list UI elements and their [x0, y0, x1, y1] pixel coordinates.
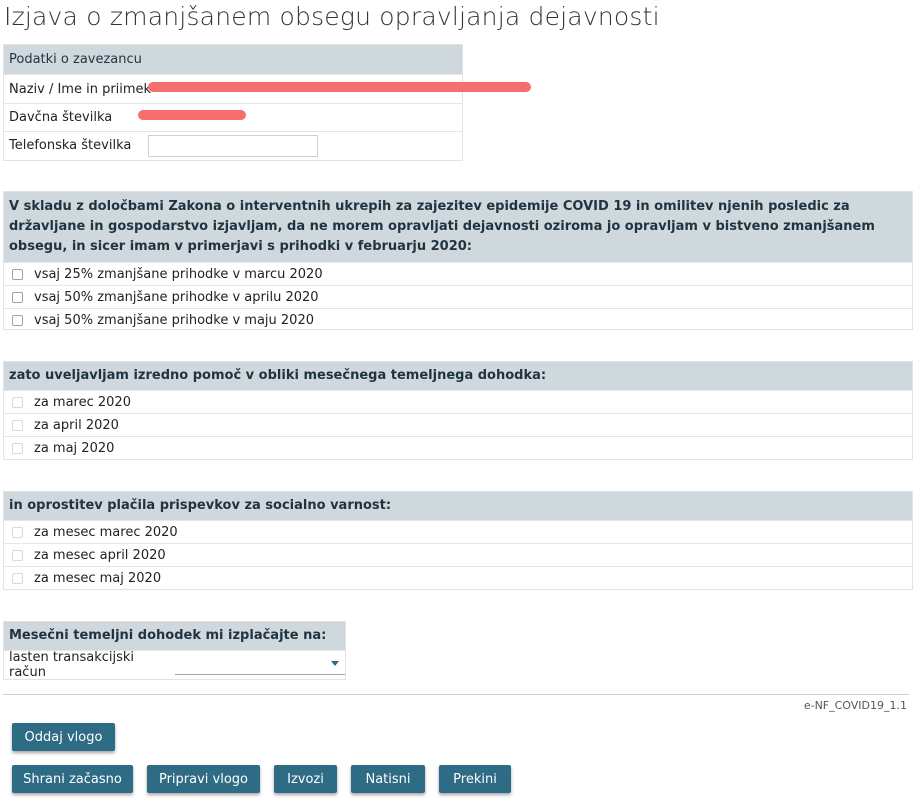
declaration-option-label: vsaj 50% zmanjšane prihodke v maju 2020 — [34, 312, 314, 328]
payment-label: lasten transakcijski račun — [9, 649, 135, 680]
save-draft-button[interactable]: Shrani začasno — [12, 765, 133, 793]
declaration-header: V skladu z določbami Zakona o interventn… — [4, 192, 912, 262]
tax-number-redaction — [138, 110, 246, 120]
tax-number-label: Davčna številka — [9, 110, 113, 125]
contributions-option-label: za mesec maj 2020 — [34, 570, 162, 586]
account-select[interactable] — [175, 654, 345, 675]
print-button[interactable]: Natisni — [351, 765, 425, 793]
income-checkbox[interactable] — [12, 396, 23, 408]
income-option[interactable]: za marec 2020 — [4, 390, 912, 413]
declaration-text: V skladu z določbami Zakona o interventn… — [9, 199, 875, 254]
declaration-option-label: vsaj 50% zmanjšane prihodke v aprilu 202… — [34, 289, 319, 305]
contributions-option-label: za mesec marec 2020 — [34, 524, 178, 540]
taxpayer-header-label: Podatki o zavezancu — [9, 52, 142, 67]
declaration-checkbox[interactable] — [12, 314, 23, 326]
income-option[interactable]: za april 2020 — [4, 413, 912, 436]
page-title: Izjava o zmanjšanem obsegu opravljanja d… — [4, 2, 660, 31]
income-header-label: zato uveljavljam izredno pomoč v obliki … — [9, 368, 547, 383]
name-redaction — [148, 82, 531, 92]
income-option-label: za marec 2020 — [34, 394, 131, 410]
contributions-option[interactable]: za mesec april 2020 — [4, 543, 912, 566]
income-option-label: za april 2020 — [34, 417, 119, 433]
contributions-option[interactable]: za mesec marec 2020 — [4, 520, 912, 543]
income-checkbox[interactable] — [12, 419, 23, 431]
phone-row: Telefonska številka — [4, 131, 462, 159]
form-code: e-NF_COVID19_1.1 — [803, 699, 907, 712]
divider — [3, 694, 909, 695]
payment-panel: Mesečni temeljni dohodek mi izplačajte n… — [3, 621, 346, 680]
contributions-checkbox[interactable] — [12, 549, 23, 561]
prepare-button[interactable]: Pripravi vlogo — [147, 765, 260, 793]
income-panel: zato uveljavljam izredno pomoč v obliki … — [3, 361, 913, 460]
contributions-checkbox[interactable] — [12, 526, 23, 538]
contributions-header: in oprostitev plačila prispevkov za soci… — [4, 492, 912, 520]
chevron-down-icon — [331, 661, 339, 666]
phone-input[interactable] — [148, 134, 318, 157]
taxpayer-panel: Podatki o zavezancu Naziv / Ime in priim… — [3, 44, 463, 161]
declaration-option[interactable]: vsaj 50% zmanjšane prihodke v maju 2020 — [4, 308, 912, 331]
contributions-option-label: za mesec april 2020 — [34, 547, 166, 563]
cancel-button[interactable]: Prekini — [439, 765, 511, 793]
taxpayer-header: Podatki o zavezancu — [4, 45, 462, 74]
submit-button[interactable]: Oddaj vlogo — [12, 723, 115, 751]
income-option-label: za maj 2020 — [34, 440, 115, 456]
declaration-option[interactable]: vsaj 25% zmanjšane prihodke v marcu 2020 — [4, 262, 912, 285]
export-button[interactable]: Izvozi — [274, 765, 337, 793]
declaration-option-label: vsaj 25% zmanjšane prihodke v marcu 2020 — [34, 266, 323, 282]
income-header: zato uveljavljam izredno pomoč v obliki … — [4, 362, 912, 390]
declaration-checkbox[interactable] — [12, 268, 23, 280]
contributions-option[interactable]: za mesec maj 2020 — [4, 566, 912, 589]
declaration-option[interactable]: vsaj 50% zmanjšane prihodke v aprilu 202… — [4, 285, 912, 308]
payment-header-label: Mesečni temeljni dohodek mi izplačajte n… — [9, 628, 327, 643]
contributions-header-label: in oprostitev plačila prispevkov za soci… — [9, 498, 392, 513]
contributions-checkbox[interactable] — [12, 572, 23, 584]
income-checkbox[interactable] — [12, 442, 23, 454]
payment-row: lasten transakcijski račun — [4, 649, 345, 680]
declaration-checkbox[interactable] — [12, 291, 23, 303]
name-label: Naziv / Ime in priimek — [9, 81, 152, 97]
phone-label: Telefonska številka — [9, 138, 132, 153]
income-option[interactable]: za maj 2020 — [4, 436, 912, 459]
payment-header: Mesečni temeljni dohodek mi izplačajte n… — [4, 622, 345, 650]
contributions-panel: in oprostitev plačila prispevkov za soci… — [3, 491, 913, 590]
declaration-panel: V skladu z določbami Zakona o interventn… — [3, 191, 913, 330]
